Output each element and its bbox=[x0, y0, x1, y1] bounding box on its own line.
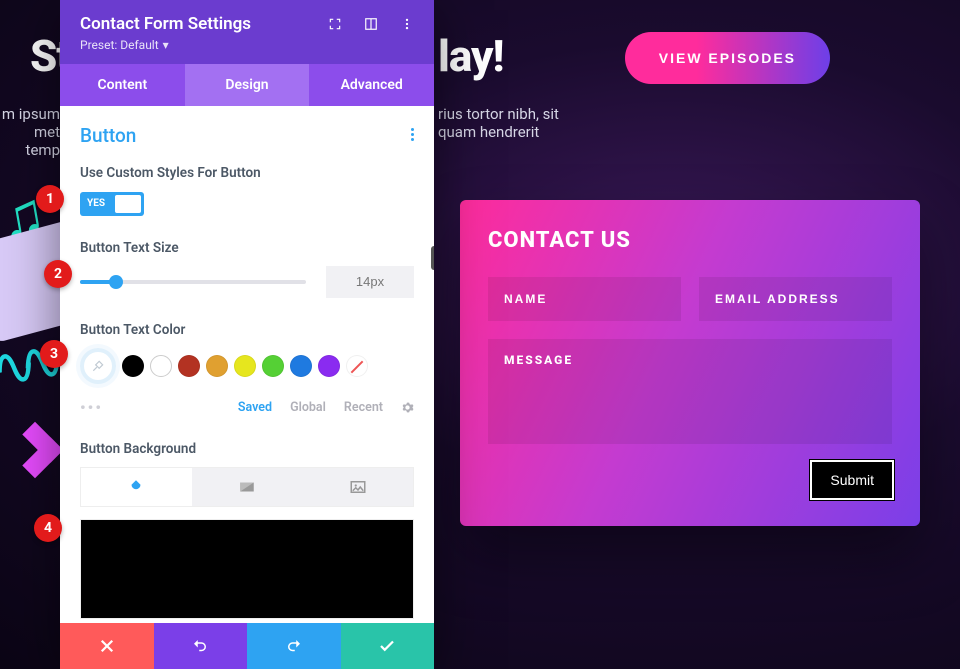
toggle-knob bbox=[115, 195, 141, 213]
toggle-yes-label: YES bbox=[80, 198, 105, 209]
bg-type-tabs bbox=[80, 467, 414, 507]
swatch-darkred[interactable] bbox=[178, 355, 200, 377]
undo-button[interactable] bbox=[154, 623, 248, 669]
more-swatches-icon[interactable]: ••• bbox=[80, 398, 103, 417]
bg-para-left-1: m ipsum bbox=[2, 105, 60, 123]
wireframe-icon[interactable] bbox=[364, 17, 378, 31]
kebab-menu-icon[interactable] bbox=[400, 17, 414, 31]
section-menu-icon[interactable] bbox=[411, 128, 414, 141]
gear-icon[interactable] bbox=[401, 401, 414, 414]
tab-design[interactable]: Design bbox=[185, 64, 310, 106]
settings-panel: Contact Form Settings Preset: Default ▾ … bbox=[60, 0, 434, 669]
redo-icon bbox=[285, 637, 303, 655]
tab-advanced[interactable]: Advanced bbox=[309, 64, 434, 106]
submit-button[interactable]: Submit bbox=[812, 462, 892, 498]
tabs-bar: Content Design Advanced bbox=[60, 64, 434, 106]
section-title: Button bbox=[80, 124, 414, 147]
annotation-badge-4: 4 bbox=[34, 514, 62, 542]
bg-tab-color[interactable] bbox=[81, 468, 192, 506]
email-field[interactable] bbox=[699, 277, 892, 321]
bg-para-left-2: met temp bbox=[26, 123, 60, 159]
close-icon bbox=[98, 637, 116, 655]
panel-header: Contact Form Settings Preset: Default ▾ bbox=[60, 0, 434, 64]
view-episodes-button[interactable]: VIEW EPISODES bbox=[625, 32, 830, 84]
color-tab-global[interactable]: Global bbox=[290, 400, 326, 415]
image-icon bbox=[349, 478, 367, 496]
swatch-black[interactable] bbox=[122, 355, 144, 377]
preset-selector[interactable]: Preset: Default ▾ bbox=[80, 38, 169, 64]
message-field[interactable] bbox=[488, 339, 892, 444]
swatch-orange[interactable] bbox=[206, 355, 228, 377]
chevron-down-icon: ▾ bbox=[163, 38, 169, 52]
preset-label: Preset: Default bbox=[80, 38, 159, 52]
swatch-green[interactable] bbox=[262, 355, 284, 377]
opt-use-custom-styles: Use Custom Styles For Button YES bbox=[80, 165, 414, 216]
paint-drop-icon bbox=[127, 478, 145, 496]
bg-para-right: rius tortor nibh, sit quam hendrerit bbox=[438, 105, 613, 141]
cancel-button[interactable] bbox=[60, 623, 154, 669]
swatch-yellow[interactable] bbox=[234, 355, 256, 377]
bg-para-left: m ipsum met temp bbox=[0, 105, 60, 159]
swatch-none[interactable] bbox=[346, 355, 368, 377]
text-size-input[interactable] bbox=[326, 266, 414, 298]
annotation-badge-1: 1 bbox=[36, 185, 64, 213]
swatch-white[interactable] bbox=[150, 355, 172, 377]
opt-text-color: Button Text Color ••• Saved Global Re bbox=[80, 322, 414, 417]
panel-body: Button Use Custom Styles For Button YES … bbox=[60, 106, 434, 623]
color-picker-current[interactable] bbox=[80, 348, 116, 384]
opt-use-custom-label: Use Custom Styles For Button bbox=[80, 165, 414, 181]
contact-title: CONTACT US bbox=[488, 228, 892, 253]
gradient-icon bbox=[238, 478, 256, 496]
panel-title: Contact Form Settings bbox=[80, 14, 251, 34]
opt-button-bg: Button Background bbox=[80, 441, 414, 619]
swatch-blue[interactable] bbox=[290, 355, 312, 377]
annotation-badge-2: 2 bbox=[44, 260, 72, 288]
bg-tab-gradient[interactable] bbox=[192, 468, 303, 506]
opt-text-color-label: Button Text Color bbox=[80, 322, 414, 338]
focus-mode-icon[interactable] bbox=[328, 17, 342, 31]
text-size-slider[interactable] bbox=[80, 280, 306, 284]
bg-para-right-2: quam hendrerit bbox=[438, 123, 539, 141]
bg-color-preview[interactable] bbox=[80, 519, 414, 619]
undo-icon bbox=[191, 637, 209, 655]
swatch-purple[interactable] bbox=[318, 355, 340, 377]
bg-headline-right: lay! bbox=[438, 30, 504, 82]
eyedropper-icon bbox=[91, 359, 105, 373]
color-tab-saved[interactable]: Saved bbox=[238, 400, 272, 415]
save-button[interactable] bbox=[341, 623, 435, 669]
redo-button[interactable] bbox=[247, 623, 341, 669]
bg-para-right-1: rius tortor nibh, sit bbox=[438, 105, 559, 123]
bg-tab-image[interactable] bbox=[302, 468, 413, 506]
opt-text-size-label: Button Text Size bbox=[80, 240, 414, 256]
name-field[interactable] bbox=[488, 277, 681, 321]
use-custom-toggle[interactable]: YES bbox=[80, 192, 144, 216]
scrollbar-thumb[interactable] bbox=[431, 246, 434, 270]
color-tab-recent[interactable]: Recent bbox=[344, 400, 383, 415]
decor-arrow-icon bbox=[7, 422, 64, 479]
panel-footer bbox=[60, 623, 434, 669]
opt-button-bg-label: Button Background bbox=[80, 441, 414, 457]
tab-content[interactable]: Content bbox=[60, 64, 185, 106]
contact-form-card: CONTACT US Submit bbox=[460, 200, 920, 526]
color-tabs: ••• Saved Global Recent bbox=[80, 398, 414, 417]
color-swatches bbox=[80, 348, 414, 384]
annotation-badge-3: 3 bbox=[40, 340, 68, 368]
opt-text-size: Button Text Size bbox=[80, 240, 414, 298]
check-icon bbox=[378, 637, 396, 655]
